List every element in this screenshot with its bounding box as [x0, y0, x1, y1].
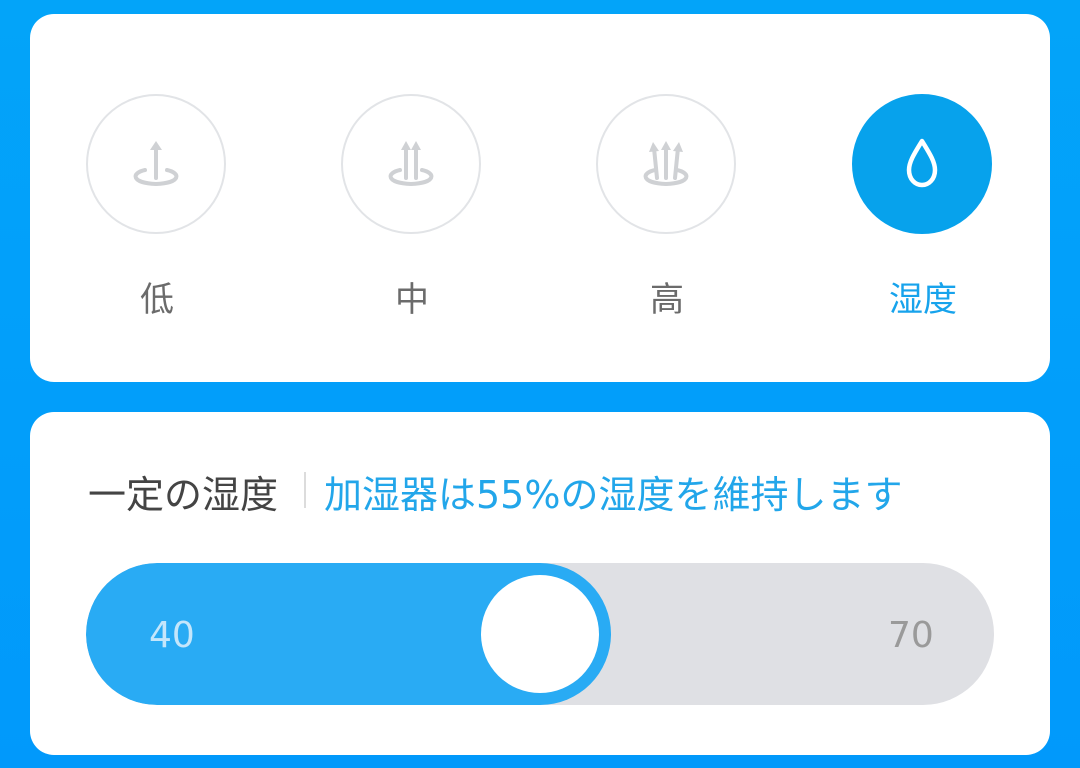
humidity-title: 一定の湿度 [88, 473, 279, 517]
mode-medium-circle [341, 94, 481, 234]
title-divider [304, 472, 306, 508]
humidity-slider-handle[interactable] [481, 575, 599, 693]
single-arrow-up-icon [133, 141, 179, 187]
humidity-description: 加湿器は55%の湿度を維持します [324, 473, 903, 517]
mode-high-label: 高 [650, 280, 684, 320]
mode-humidity-button[interactable]: 湿度 [852, 94, 996, 334]
slider-max-label: 70 [888, 615, 934, 656]
mode-low-circle [86, 94, 226, 234]
slider-min-label: 40 [149, 615, 195, 656]
mode-humidity-circle [852, 94, 992, 234]
double-arrow-up-icon [388, 141, 434, 187]
triple-arrow-up-icon [643, 141, 689, 187]
mode-low-button[interactable]: 低 [86, 94, 230, 334]
mode-humidity-label: 湿度 [889, 280, 957, 320]
fan-mode-panel: 低 中 高 湿度 [30, 14, 1050, 382]
mode-medium-button[interactable]: 中 [341, 94, 485, 334]
constant-humidity-panel: 一定の湿度 加湿器は55%の湿度を維持します 40 70 [30, 412, 1050, 755]
water-drop-icon [906, 138, 938, 188]
mode-high-button[interactable]: 高 [596, 94, 740, 334]
mode-medium-label: 中 [395, 280, 429, 320]
mode-low-label: 低 [140, 280, 174, 320]
mode-high-circle [596, 94, 736, 234]
